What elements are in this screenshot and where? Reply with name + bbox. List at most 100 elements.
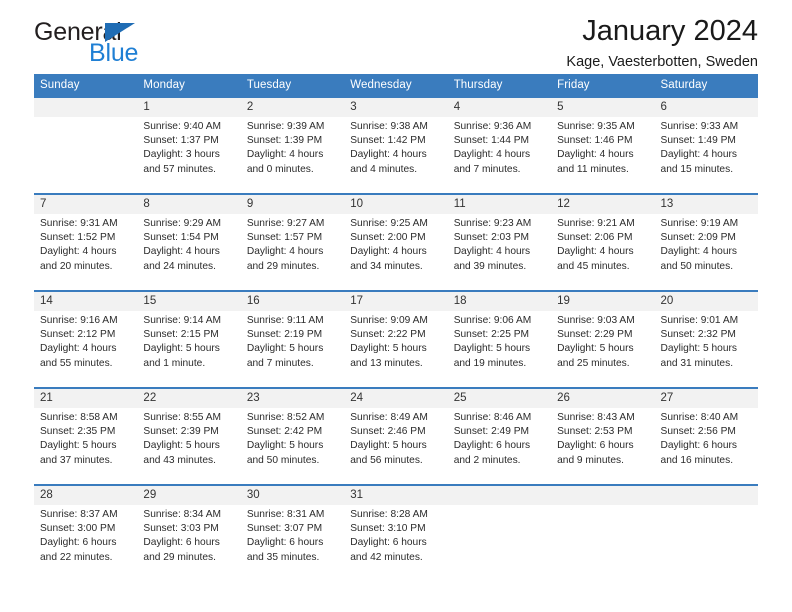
day-number[interactable]: 29 bbox=[137, 484, 241, 505]
day-cell[interactable]: Sunrise: 8:28 AM Sunset: 3:10 PM Daylight:… bbox=[344, 505, 448, 581]
day-number[interactable]: 13 bbox=[654, 193, 758, 214]
day-number[interactable]: 2 bbox=[240, 96, 345, 117]
day-info-line: Daylight: 6 hours bbox=[660, 440, 737, 452]
day-info-line: Sunset: 1:54 PM bbox=[143, 232, 219, 244]
day-number[interactable]: 14 bbox=[34, 290, 138, 311]
day-cell[interactable]: Sunrise: 9:35 AM Sunset: 1:46 PM Daylight:… bbox=[551, 117, 655, 194]
day-cell-empty bbox=[551, 505, 655, 581]
day-cell[interactable]: Sunrise: 8:49 AM Sunset: 2:46 PM Daylight:… bbox=[344, 408, 448, 485]
day-info-line: Sunset: 2:06 PM bbox=[557, 232, 633, 244]
day-cell[interactable]: Sunrise: 8:58 AM Sunset: 2:35 PM Daylight:… bbox=[34, 408, 138, 485]
day-number[interactable]: 18 bbox=[447, 290, 552, 311]
day-number[interactable]: 25 bbox=[447, 387, 552, 408]
day-number[interactable]: 19 bbox=[551, 290, 655, 311]
day-number[interactable]: 12 bbox=[551, 193, 655, 214]
day-info-line: Sunrise: 9:19 AM bbox=[660, 218, 739, 229]
day-number[interactable]: 15 bbox=[137, 290, 241, 311]
day-number[interactable]: 17 bbox=[344, 290, 448, 311]
day-info-line: Daylight: 5 hours bbox=[246, 440, 324, 452]
day-number[interactable]: 11 bbox=[447, 193, 552, 214]
day-info-line: Sunrise: 8:34 AM bbox=[143, 509, 222, 520]
day-cell[interactable]: Sunrise: 8:52 AM Sunset: 2:42 PM Daylight:… bbox=[240, 408, 345, 485]
day-cell[interactable]: Sunrise: 9:19 AM Sunset: 2:09 PM Daylight:… bbox=[654, 214, 758, 291]
day-cell[interactable]: Sunrise: 9:06 AM Sunset: 2:25 PM Daylight:… bbox=[447, 311, 552, 388]
day-number[interactable]: 23 bbox=[240, 387, 345, 408]
day-number[interactable]: 21 bbox=[34, 387, 138, 408]
day-info-line: and 22 minutes. bbox=[40, 551, 113, 563]
day-cell[interactable]: Sunrise: 9:31 AM Sunset: 1:52 PM Daylight:… bbox=[34, 214, 138, 291]
day-cell[interactable]: Sunrise: 9:16 AM Sunset: 2:12 PM Daylight:… bbox=[34, 311, 138, 388]
day-number[interactable]: 9 bbox=[240, 193, 345, 214]
day-cell[interactable]: Sunrise: 9:03 AM Sunset: 2:29 PM Daylight:… bbox=[551, 311, 655, 388]
day-cell[interactable]: Sunrise: 9:36 AM Sunset: 1:44 PM Daylight:… bbox=[447, 117, 552, 194]
day-info-line: Sunset: 1:57 PM bbox=[246, 232, 323, 244]
day-info-line: Daylight: 6 hours bbox=[246, 537, 324, 549]
day-info-line: Sunset: 2:22 PM bbox=[350, 329, 426, 341]
day-cell[interactable]: Sunrise: 8:40 AM Sunset: 2:56 PM Daylight:… bbox=[654, 408, 758, 485]
day-info-line: Sunrise: 8:37 AM bbox=[40, 509, 118, 520]
day-cell[interactable]: Sunrise: 8:37 AM Sunset: 3:00 PM Daylight:… bbox=[34, 505, 138, 581]
page-subtitle: Kage, Vaesterbotten, Sweden bbox=[566, 54, 758, 70]
day-cell[interactable]: Sunrise: 8:34 AM Sunset: 3:03 PM Daylight:… bbox=[137, 505, 241, 581]
day-number[interactable]: 24 bbox=[344, 387, 448, 408]
day-number[interactable]: 28 bbox=[34, 484, 138, 505]
day-cell[interactable]: Sunrise: 9:33 AM Sunset: 1:49 PM Daylight:… bbox=[654, 117, 758, 194]
day-info-line: Sunset: 1:49 PM bbox=[660, 135, 736, 147]
weekday-header-sunday: Sunday bbox=[34, 74, 138, 97]
day-info-line: Sunset: 2:32 PM bbox=[660, 329, 736, 341]
day-cell[interactable]: Sunrise: 9:27 AM Sunset: 1:57 PM Daylight:… bbox=[240, 214, 345, 291]
day-number-empty bbox=[447, 484, 552, 505]
day-number[interactable]: 16 bbox=[240, 290, 345, 311]
day-info-line: Sunset: 2:49 PM bbox=[453, 426, 530, 438]
day-number[interactable]: 26 bbox=[551, 387, 655, 408]
day-cell[interactable]: Sunrise: 9:40 AM Sunset: 1:37 PM Daylight:… bbox=[137, 117, 241, 194]
day-info-line: and 56 minutes. bbox=[350, 454, 423, 466]
day-info-line: Sunrise: 8:52 AM bbox=[246, 412, 325, 423]
day-info-line: Sunrise: 9:01 AM bbox=[660, 315, 739, 326]
day-info-line: Sunrise: 9:36 AM bbox=[453, 121, 532, 132]
day-number[interactable]: 8 bbox=[137, 193, 241, 214]
weekday-header-tuesday: Tuesday bbox=[240, 74, 345, 97]
day-cell[interactable]: Sunrise: 9:11 AM Sunset: 2:19 PM Daylight:… bbox=[240, 311, 345, 388]
day-info-line: Sunrise: 9:03 AM bbox=[557, 315, 635, 326]
day-info-line: Sunrise: 8:28 AM bbox=[350, 509, 428, 520]
day-number[interactable]: 7 bbox=[34, 193, 138, 214]
day-cell[interactable]: Sunrise: 8:43 AM Sunset: 2:53 PM Daylight:… bbox=[551, 408, 655, 485]
calendar-table: Sunday Monday Tuesday Wednesday Thursday Frid… bbox=[34, 74, 758, 581]
day-cell[interactable]: Sunrise: 9:21 AM Sunset: 2:06 PM Daylight:… bbox=[551, 214, 655, 291]
day-cell[interactable]: Sunrise: 9:09 AM Sunset: 2:22 PM Daylight:… bbox=[344, 311, 448, 388]
day-info-line: Daylight: 5 hours bbox=[350, 343, 427, 355]
day-number[interactable]: 22 bbox=[137, 387, 241, 408]
day-info-line: Sunrise: 9:39 AM bbox=[246, 121, 325, 132]
general-blue-logo[interactable]: General Blue bbox=[34, 18, 234, 70]
day-number[interactable]: 27 bbox=[654, 387, 758, 408]
day-cell[interactable]: Sunrise: 8:46 AM Sunset: 2:49 PM Daylight:… bbox=[447, 408, 552, 485]
day-number[interactable]: 20 bbox=[654, 290, 758, 311]
day-number[interactable]: 5 bbox=[551, 96, 655, 117]
day-cell[interactable]: Sunrise: 9:29 AM Sunset: 1:54 PM Daylight:… bbox=[137, 214, 241, 291]
day-info-line: Sunrise: 8:49 AM bbox=[350, 412, 428, 423]
day-info-line: Sunset: 2:19 PM bbox=[246, 329, 323, 341]
day-cell[interactable]: Sunrise: 8:55 AM Sunset: 2:39 PM Daylight:… bbox=[137, 408, 241, 485]
day-cell[interactable]: Sunrise: 8:31 AM Sunset: 3:07 PM Daylight:… bbox=[240, 505, 345, 581]
day-info-line: Sunset: 2:29 PM bbox=[557, 329, 633, 341]
day-info-line: Daylight: 5 hours bbox=[557, 343, 634, 355]
day-number[interactable]: 6 bbox=[654, 96, 758, 117]
day-info-line: and 20 minutes. bbox=[40, 260, 113, 272]
day-cell[interactable]: Sunrise: 9:23 AM Sunset: 2:03 PM Daylight:… bbox=[447, 214, 552, 291]
day-number[interactable]: 4 bbox=[447, 96, 552, 117]
day-info-line: Daylight: 4 hours bbox=[557, 246, 634, 258]
day-cell[interactable]: Sunrise: 9:14 AM Sunset: 2:15 PM Daylight:… bbox=[137, 311, 241, 388]
day-number[interactable]: 10 bbox=[344, 193, 448, 214]
day-number[interactable]: 31 bbox=[344, 484, 448, 505]
day-cell[interactable]: Sunrise: 9:01 AM Sunset: 2:32 PM Daylight:… bbox=[654, 311, 758, 388]
day-info-line: Sunset: 3:00 PM bbox=[40, 523, 116, 535]
day-info-line: Sunrise: 8:55 AM bbox=[143, 412, 222, 423]
day-cell[interactable]: Sunrise: 9:38 AM Sunset: 1:42 PM Daylight:… bbox=[344, 117, 448, 194]
day-cell[interactable]: Sunrise: 9:25 AM Sunset: 2:00 PM Daylight:… bbox=[344, 214, 448, 291]
day-cell[interactable]: Sunrise: 9:39 AM Sunset: 1:39 PM Daylight:… bbox=[240, 117, 345, 194]
day-number[interactable]: 3 bbox=[344, 96, 448, 117]
day-number[interactable]: 1 bbox=[137, 96, 241, 117]
day-number[interactable]: 30 bbox=[240, 484, 345, 505]
weekday-header-friday: Friday bbox=[551, 74, 655, 97]
